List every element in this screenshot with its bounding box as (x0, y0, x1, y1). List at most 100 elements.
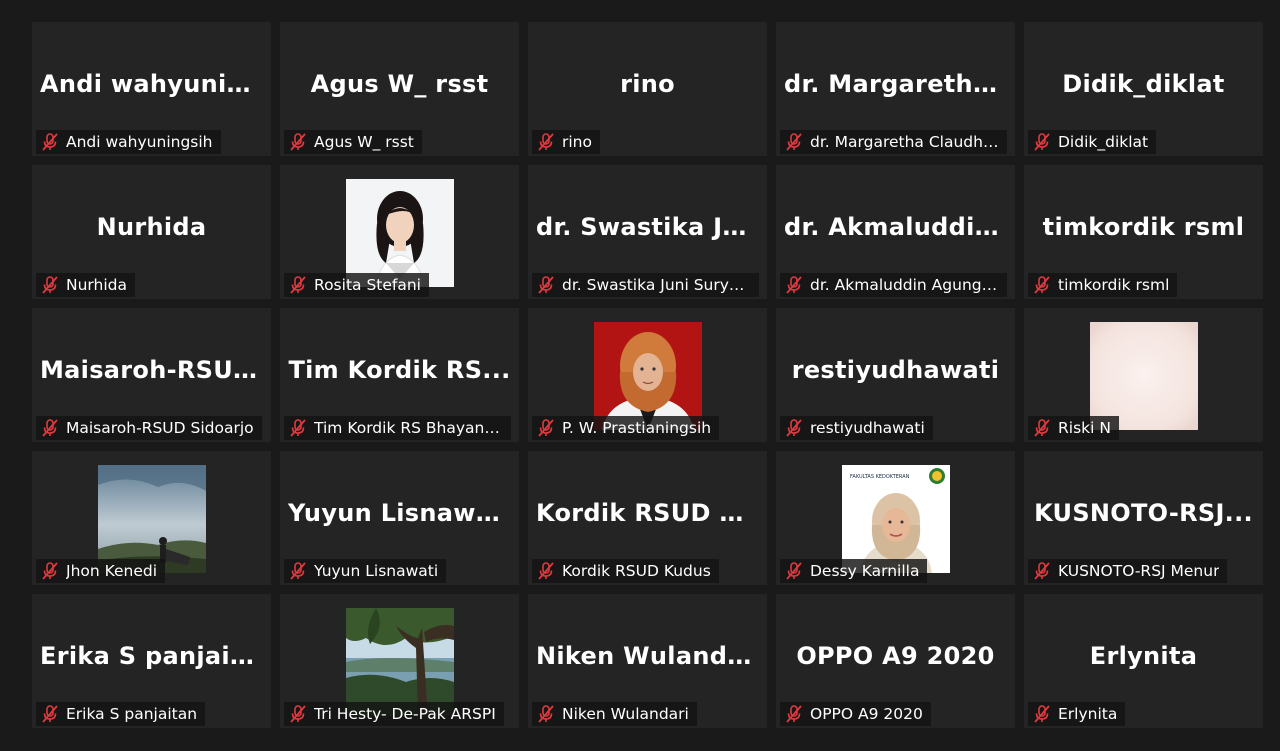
participant-name-text: Didik_diklat (1058, 133, 1149, 151)
participant-tile[interactable]: Jhon Kenedi (32, 451, 271, 585)
participant-name-label: Maisaroh-RSUD Sidoarjo (36, 416, 262, 440)
participant-tile[interactable]: Erika S panjaitan Erika S panjaitan (32, 594, 271, 728)
participant-name-text: Erika S panjaitan (66, 705, 198, 723)
mic-muted-icon (786, 705, 802, 723)
participant-name-text: Tri Hesty- De-Pak ARSPI (314, 705, 496, 723)
participant-name-text: restiyudhawati (810, 419, 925, 437)
participant-name-label: P. W. Prastianingsih (532, 416, 720, 440)
participant-name-text: Andi wahyuningsih (66, 133, 213, 151)
participant-name-label: Nurhida (36, 273, 135, 297)
participant-name-label: Riski N (1028, 416, 1119, 440)
participant-name-text: Kordik RSUD Kudus (562, 562, 711, 580)
participant-name-text: dr. Margaretha Claudhya ... (810, 133, 999, 151)
participant-tile[interactable]: Yuyun Lisnawati Yuyun Lisnawati (280, 451, 519, 585)
participant-display-name: Andi wahyunin... (40, 69, 271, 98)
participant-tile[interactable]: OPPO A9 2020 OPPO A9 2020 (776, 594, 1015, 728)
participant-tile[interactable]: Erlynita Erlynita (1024, 594, 1263, 728)
participant-video (1089, 322, 1198, 430)
mic-muted-icon (290, 705, 306, 723)
participant-tile[interactable]: dr. Margaretha... dr. Margaretha Claudhy… (776, 22, 1015, 156)
mic-muted-icon (786, 562, 802, 580)
participant-tile[interactable]: Didik_diklat Didik_diklat (1024, 22, 1263, 156)
mic-muted-icon (538, 705, 554, 723)
participant-name-label: Yuyun Lisnawati (284, 559, 447, 583)
mic-muted-icon (42, 705, 58, 723)
participant-video (345, 179, 454, 287)
participant-tile[interactable]: KUSNOTO-RSJ... KUSNOTO-RSJ Menur (1024, 451, 1263, 585)
participant-name-label: restiyudhawati (780, 416, 933, 440)
participant-name-label: Erika S panjaitan (36, 702, 206, 726)
participant-tile[interactable]: restiyudhawati restiyudhawati (776, 308, 1015, 442)
participant-photo-art: FAKULTAS KEDOKTERAN (841, 465, 950, 573)
mic-muted-icon (42, 562, 58, 580)
participant-photo-art (593, 322, 702, 430)
mic-muted-icon (1034, 276, 1050, 294)
participant-name-text: P. W. Prastianingsih (562, 419, 712, 437)
participant-tile[interactable]: Kordik RSUD K... Kordik RSUD Kudus (528, 451, 767, 585)
svg-text:FAKULTAS KEDOKTERAN: FAKULTAS KEDOKTERAN (850, 474, 910, 480)
participant-name-text: dr. Swastika Juni Suryand... (562, 276, 751, 294)
participant-name-text: Niken Wulandari (562, 705, 689, 723)
participant-display-name: rino (620, 69, 675, 98)
participant-name-text: Nurhida (66, 276, 127, 294)
participant-display-name: Agus W_ rsst (310, 69, 489, 98)
participant-name-text: Agus W_ rsst (314, 133, 414, 151)
participant-name-label: Tri Hesty- De-Pak ARSPI (284, 702, 504, 726)
participant-tile[interactable]: FAKULTAS KEDOKTERAN Dessy Karnilla (776, 451, 1015, 585)
participant-name-text: timkordik rsml (1058, 276, 1170, 294)
participant-display-name: Maisaroh-RSUD... (40, 355, 271, 384)
participant-name-label: Jhon Kenedi (36, 559, 166, 583)
participant-name-text: Erlynita (1058, 705, 1118, 723)
participant-tile[interactable]: Tim Kordik RS... Tim Kordik RS Bhayangka… (280, 308, 519, 442)
participant-name-text: rino (562, 133, 592, 151)
participant-name-text: Yuyun Lisnawati (314, 562, 439, 580)
participant-tile[interactable]: Niken Wulandari Niken Wulandari (528, 594, 767, 728)
participant-display-name: restiyudhawati (791, 355, 1000, 384)
mic-muted-icon (42, 133, 58, 151)
participant-display-name: dr. Akmaluddin... (784, 212, 1015, 241)
participant-name-label: dr. Margaretha Claudhya ... (780, 130, 1007, 154)
participant-tile[interactable]: dr. Swastika Jun... dr. Swastika Juni Su… (528, 165, 767, 299)
participant-tile[interactable]: Andi wahyunin... Andi wahyuningsih (32, 22, 271, 156)
mic-muted-icon (538, 276, 554, 294)
participant-tile[interactable]: Nurhida Nurhida (32, 165, 271, 299)
mic-muted-icon (1034, 562, 1050, 580)
participant-name-text: Tim Kordik RS Bhayangka... (314, 419, 503, 437)
participant-name-text: Dessy Karnilla (810, 562, 920, 580)
participant-display-name: Niken Wulandari (536, 641, 765, 670)
mic-muted-icon (538, 562, 554, 580)
participant-name-text: Jhon Kenedi (66, 562, 158, 580)
mic-muted-icon (786, 276, 802, 294)
participant-tile[interactable]: rino rino (528, 22, 767, 156)
participant-name-label: Andi wahyuningsih (36, 130, 221, 154)
participant-display-name: Tim Kordik RS... (288, 355, 511, 384)
participant-name-label: Tim Kordik RS Bhayangka... (284, 416, 511, 440)
participant-name-text: Riski N (1058, 419, 1111, 437)
participant-tile[interactable]: Riski N (1024, 308, 1263, 442)
participant-display-name: Kordik RSUD K... (536, 498, 767, 527)
mic-muted-icon (42, 419, 58, 437)
video-gallery: Andi wahyunin... Andi wahyuningsih Agus W… (32, 22, 1263, 728)
participant-video (593, 322, 702, 430)
participant-tile[interactable]: Rosita Stefani (280, 165, 519, 299)
participant-name-label: Didik_diklat (1028, 130, 1157, 154)
mic-muted-icon (1034, 705, 1050, 723)
participant-display-name: Nurhida (96, 212, 207, 241)
participant-tile[interactable]: P. W. Prastianingsih (528, 308, 767, 442)
participant-tile[interactable]: Agus W_ rsst Agus W_ rsst (280, 22, 519, 156)
participant-name-text: KUSNOTO-RSJ Menur (1058, 562, 1220, 580)
participant-photo-art (345, 608, 454, 716)
participant-tile[interactable]: timkordik rsml timkordik rsml (1024, 165, 1263, 299)
participant-tile[interactable]: Tri Hesty- De-Pak ARSPI (280, 594, 519, 728)
mic-muted-icon (290, 276, 306, 294)
participant-name-text: Maisaroh-RSUD Sidoarjo (66, 419, 254, 437)
mic-muted-icon (290, 133, 306, 151)
participant-tile[interactable]: dr. Akmaluddin... dr. Akmaluddin Agung P… (776, 165, 1015, 299)
participant-photo-art (345, 179, 454, 287)
participant-name-label: Dessy Karnilla (780, 559, 928, 583)
participant-name-label: Agus W_ rsst (284, 130, 422, 154)
participant-name-label: dr. Akmaluddin Agung P, ... (780, 273, 1007, 297)
participant-tile[interactable]: Maisaroh-RSUD... Maisaroh-RSUD Sidoarjo (32, 308, 271, 442)
participant-name-label: Kordik RSUD Kudus (532, 559, 719, 583)
participant-display-name: Erika S panjaitan (40, 641, 271, 670)
